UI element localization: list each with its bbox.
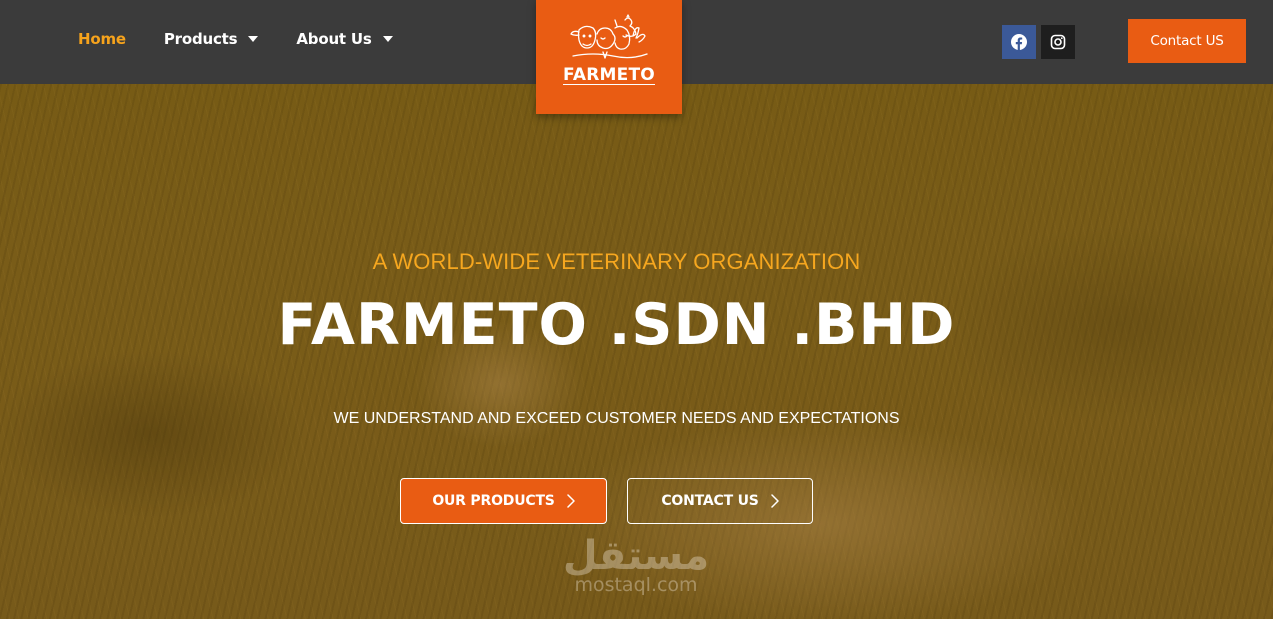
nav-item-label: Products [163,30,238,48]
facebook-icon [1011,34,1027,50]
nav-item-products[interactable]: Products [164,30,259,48]
nav-item-label: About Us [296,30,372,48]
site-header: Home Products About Us FARMETO Contact U… [0,0,1273,114]
caret-down-icon [248,36,259,42]
farm-animals-logo-icon [570,14,648,59]
nav-item-label: Home [78,30,126,48]
watermark-latin: mostaql.com [574,574,698,596]
caret-down-icon [382,36,393,42]
nav-item-home[interactable]: Home [78,30,126,48]
watermark-arabic: مستقل [562,533,710,579]
hero-subtitle: WE UNDERSTAND AND EXCEED CUSTOMER NEEDS … [333,410,900,427]
contact-us-button[interactable]: CONTACT US [627,478,813,524]
instagram-icon [1050,34,1066,50]
hero-tagline: A WORLD-WIDE VETERINARY ORGANIZATION [372,249,861,274]
nav-item-about-us[interactable]: About Us [296,30,393,48]
mostaql-watermark: مستقل mostaql.com [556,534,716,596]
chevron-right-icon [566,494,575,508]
logo-text: FARMETO [563,65,655,85]
facebook-link[interactable] [1002,25,1036,59]
hero-title: FARMETO .SDN .BHD [277,292,956,358]
contact-us-header-button[interactable]: Contact US [1128,19,1246,63]
site-logo[interactable]: FARMETO [536,0,682,114]
instagram-link[interactable] [1041,25,1075,59]
main-nav: Home Products About Us [78,30,431,48]
our-products-button[interactable]: OUR PRODUCTS [400,478,607,524]
chevron-right-icon [770,494,779,508]
button-label: CONTACT US [661,493,759,509]
button-label: OUR PRODUCTS [432,493,555,509]
